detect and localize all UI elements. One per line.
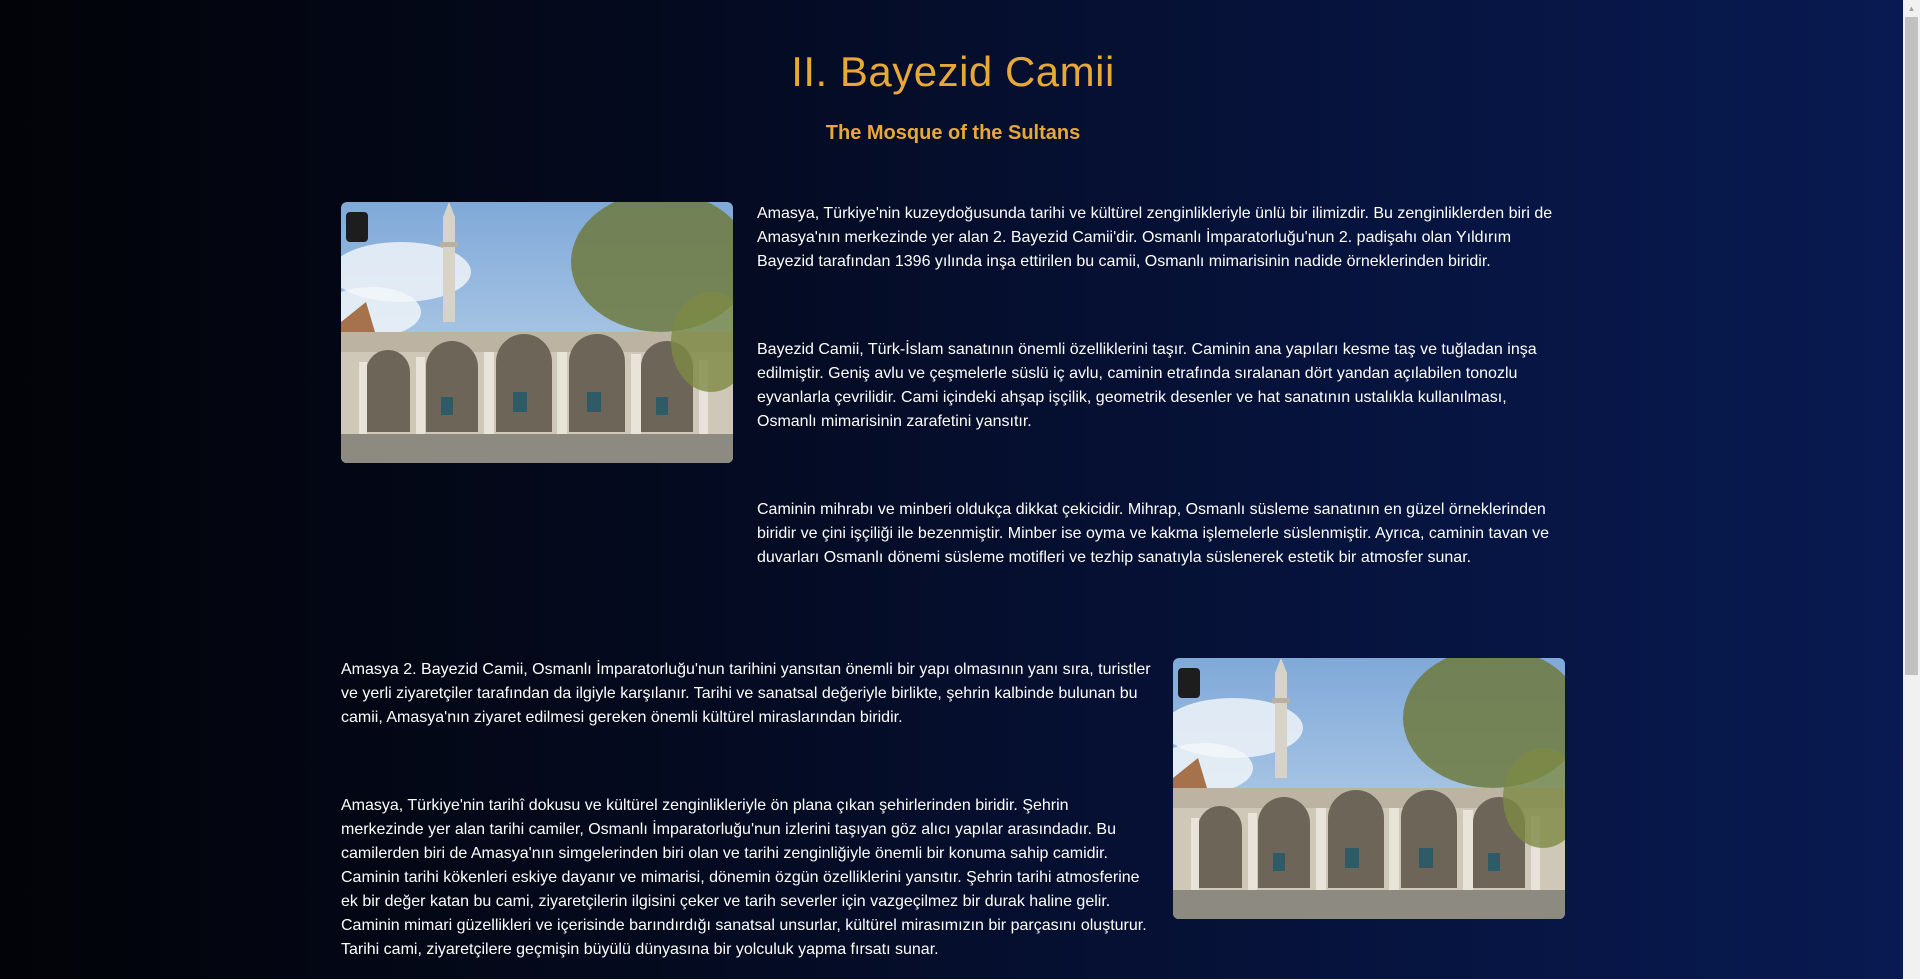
page-subtitle: The Mosque of the Sultans — [825, 122, 1081, 144]
vertical-scrollbar[interactable]: ▲ — [1903, 0, 1920, 979]
mosque-photo-top — [341, 202, 733, 463]
scroll-up-icon[interactable]: ▲ — [1903, 0, 1920, 17]
mosque-photo-bottom — [1173, 658, 1565, 919]
page: II. Bayezid Camii The Mosque of the Sult… — [0, 0, 1900, 979]
paragraph-architecture: Bayezid Camii, Türk-İslam sanatının önem… — [757, 341, 1537, 430]
paragraph-intro: Amasya, Türkiye'nin kuzeydoğusunda tarih… — [757, 205, 1553, 270]
paragraph-visitors: Amasya 2. Bayezid Camii, Osmanlı İmparat… — [341, 661, 1151, 726]
scrollbar-thumb[interactable] — [1905, 17, 1918, 675]
paragraph-mihrab: Caminin mihrabı ve minberi oldukça dikka… — [757, 501, 1549, 566]
page-title: II. Bayezid Camii — [791, 48, 1115, 95]
paragraph-heritage: Amasya, Türkiye'nin tarihî dokusu ve kül… — [341, 797, 1147, 958]
